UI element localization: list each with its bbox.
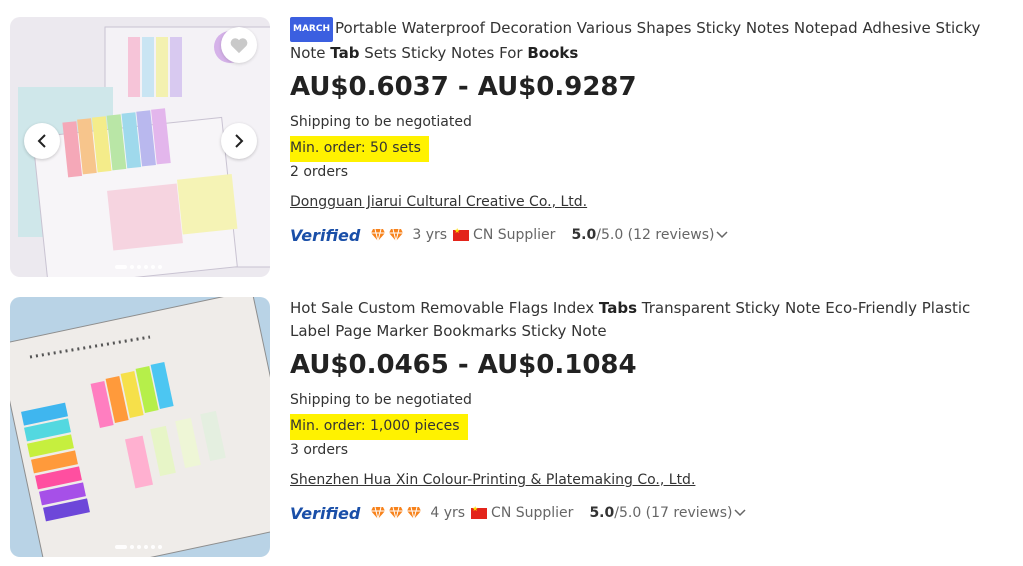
promo-badge: MARCH	[290, 17, 333, 42]
pagination-dot[interactable]	[130, 545, 134, 549]
image-pagination	[115, 265, 162, 269]
gold-supplier-gems	[370, 506, 422, 520]
next-image-button[interactable]	[221, 123, 257, 159]
supplier-rating[interactable]: 5.0/5.0 (17 reviews)	[589, 505, 732, 521]
product-card[interactable]: Hot Sale Custom Removable Flags Index Ta…	[0, 280, 1023, 560]
chevron-right-icon	[235, 134, 244, 148]
years-in-business: 4 yrs	[430, 505, 466, 521]
index-tabs-photo	[10, 297, 270, 557]
image-pagination	[115, 545, 162, 549]
min-order: Min. order: 1,000 pieces	[290, 414, 468, 440]
chevron-down-icon[interactable]	[716, 230, 728, 240]
supplier-country: CN Supplier	[491, 505, 574, 521]
china-flag-icon	[453, 227, 470, 241]
supplier-link[interactable]: Dongguan Jiarui Cultural Creative Co., L…	[290, 192, 1015, 212]
china-flag-icon	[471, 505, 488, 519]
pagination-dot[interactable]	[130, 265, 134, 269]
product-card[interactable]: MARCH Portable Waterproof Decoration Vari…	[0, 0, 1023, 280]
years-in-business: 3 yrs	[412, 227, 448, 243]
diamond-icon	[371, 506, 386, 520]
min-order: Min. order: 50 sets	[290, 136, 429, 162]
verified-badge[interactable]: Verified	[290, 504, 360, 523]
diamond-icon	[407, 506, 422, 520]
pagination-dot[interactable]	[115, 545, 127, 549]
supplier-country: CN Supplier	[473, 227, 556, 243]
pagination-dot[interactable]	[158, 545, 162, 549]
heart-icon	[230, 38, 248, 54]
product-title[interactable]: Hot Sale Custom Removable Flags Index Ta…	[290, 297, 1015, 343]
product-image[interactable]	[10, 17, 270, 277]
order-count: 2 orders	[290, 164, 348, 180]
pagination-dot[interactable]	[158, 265, 162, 269]
product-image[interactable]	[10, 297, 270, 557]
price-range: AU$0.0465 - AU$0.1084	[290, 350, 637, 380]
product-title[interactable]: MARCH Portable Waterproof Decoration Vari…	[290, 17, 1015, 65]
verified-badge[interactable]: Verified	[290, 226, 360, 245]
price-range: AU$0.6037 - AU$0.9287	[290, 72, 637, 102]
pagination-dot[interactable]	[144, 545, 148, 549]
pagination-dot[interactable]	[137, 545, 141, 549]
supplier-rating[interactable]: 5.0/5.0 (12 reviews)	[571, 227, 714, 243]
prev-image-button[interactable]	[24, 123, 60, 159]
order-count: 3 orders	[290, 442, 348, 458]
pagination-dot[interactable]	[151, 265, 155, 269]
supplier-meta: Verified 3 yrs CN Supplier 5.0/5.0 (12 r…	[290, 224, 1015, 246]
pagination-dot[interactable]	[115, 265, 127, 269]
pagination-dot[interactable]	[137, 265, 141, 269]
chevron-left-icon	[37, 134, 46, 148]
diamond-icon	[389, 228, 404, 242]
pagination-dot[interactable]	[151, 545, 155, 549]
favorite-button[interactable]	[221, 27, 257, 63]
diamond-icon	[389, 506, 404, 520]
shipping-info: Shipping to be negotiated	[290, 114, 472, 130]
gold-supplier-gems	[370, 228, 404, 242]
pagination-dot[interactable]	[144, 265, 148, 269]
supplier-link[interactable]: Shenzhen Hua Xin Colour-Printing & Plate…	[290, 470, 1015, 490]
diamond-icon	[371, 228, 386, 242]
supplier-meta: Verified 4 yrs CN Supplier 5.0/5.0 (17 r…	[290, 502, 1015, 524]
shipping-info: Shipping to be negotiated	[290, 392, 472, 408]
chevron-down-icon[interactable]	[734, 508, 746, 518]
